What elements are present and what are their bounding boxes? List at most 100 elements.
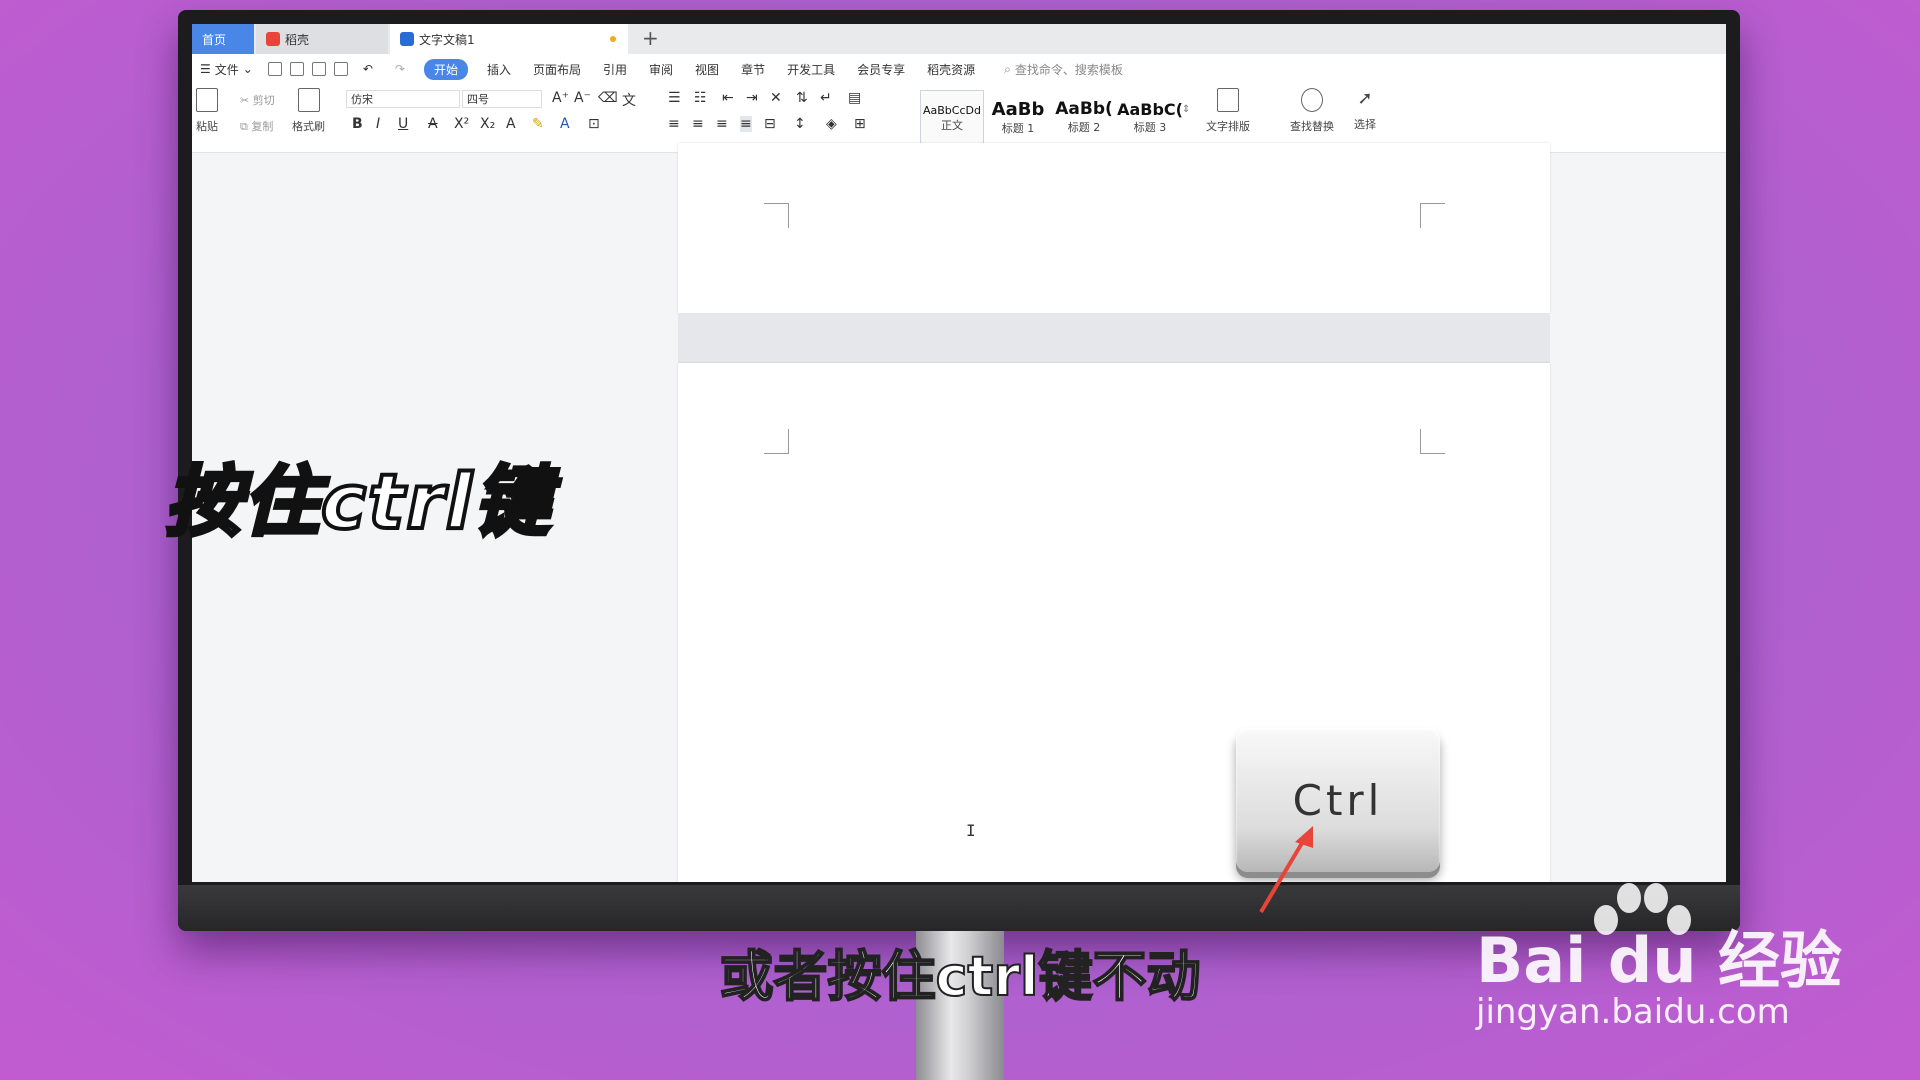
increase-indent-icon[interactable]: ⇥	[746, 90, 758, 106]
redo-icon[interactable]: ↷	[384, 62, 416, 76]
shrink-font-icon[interactable]: A⁻	[574, 90, 591, 106]
print-preview-icon[interactable]	[333, 62, 348, 76]
page-gap	[678, 313, 1550, 363]
unsaved-dot-icon	[610, 36, 616, 42]
menu-tab-member[interactable]: 会员专享	[846, 61, 916, 78]
margin-mark-top-right	[1420, 429, 1445, 454]
menu-bar: ☰ 文件 ⌄ ↶ ↷ 开始 插入 页面布局 引用 审阅 视图 章节 开发工具 会…	[192, 54, 1726, 84]
distribute-icon[interactable]: ⊟	[764, 116, 776, 132]
style-heading-1-sample: AaBb	[991, 98, 1045, 120]
styles-more-icon[interactable]: ⇕	[1182, 104, 1190, 115]
char-border-icon[interactable]: ⊡	[588, 116, 600, 132]
subscript-icon[interactable]: X₂	[480, 116, 495, 132]
menu-tab-start[interactable]: 开始	[423, 58, 468, 80]
margin-mark-top-left	[764, 429, 789, 454]
superscript-icon[interactable]: X²	[454, 116, 469, 132]
menu-tab-view[interactable]: 视图	[684, 61, 730, 78]
underline-icon[interactable]: U	[398, 116, 408, 132]
font-size-value: 四号	[467, 93, 489, 106]
format-painter-button[interactable]: 格式刷	[292, 88, 325, 134]
print-icon[interactable]	[311, 62, 326, 76]
style-heading-3-label: 标题 3	[1133, 120, 1167, 134]
borders-icon[interactable]: ⊞	[854, 116, 866, 132]
show-marks-icon[interactable]: ↵	[820, 90, 832, 106]
copy-button[interactable]: ⧉ 复制	[240, 118, 273, 134]
menu-tab-layout[interactable]: 页面布局	[522, 61, 592, 78]
export-pdf-icon[interactable]	[289, 62, 304, 76]
menu-tab-developer[interactable]: 开发工具	[776, 61, 846, 78]
magnifier-icon	[1301, 88, 1323, 112]
style-normal-sample: AaBbCcDd	[923, 103, 981, 117]
margin-mark-bottom-left	[764, 203, 789, 228]
tab-document[interactable]: 文字文稿1	[390, 24, 628, 54]
format-painter-label: 格式刷	[292, 120, 325, 133]
copy-label: 复制	[251, 120, 274, 133]
align-center-icon[interactable]: ≡	[692, 116, 704, 132]
style-heading-1[interactable]: AaBb 标题 1	[986, 90, 1050, 144]
new-tab-button[interactable]: +	[642, 26, 659, 50]
text-layout-label: 文字排版	[1206, 120, 1250, 133]
decrease-indent-icon[interactable]: ⇤	[722, 90, 734, 106]
tab-document-label: 文字文稿1	[419, 32, 475, 47]
clipboard-icon	[196, 88, 218, 112]
cut-button[interactable]: ✂ 剪切	[240, 92, 275, 108]
text-effect-icon[interactable]: A	[506, 116, 516, 132]
file-menu-label: 文件	[214, 62, 239, 77]
line-spacing-icon[interactable]: ↕	[794, 116, 806, 132]
chinese-layout-icon[interactable]: ✕	[770, 90, 782, 106]
page-1[interactable]	[678, 143, 1550, 313]
menu-tab-insert[interactable]: 插入	[476, 61, 522, 78]
align-right-icon[interactable]: ≡	[716, 116, 728, 132]
find-replace-label: 查找替换	[1290, 120, 1334, 133]
table-ruler-icon[interactable]: ▤	[848, 90, 861, 106]
undo-icon[interactable]: ↶	[352, 62, 384, 76]
red-arrow-icon	[1259, 826, 1313, 914]
clear-format-icon[interactable]: ⌫	[598, 90, 618, 106]
font-name-select[interactable]: 仿宋	[346, 90, 460, 108]
command-search[interactable]: ⌕ 查找命令、搜索模板	[986, 61, 1123, 78]
style-heading-3[interactable]: AaBbC( 标题 3	[1117, 90, 1183, 144]
watermark-url: jingyan.baidu.com	[1476, 992, 1790, 1032]
sort-icon[interactable]: ⇅	[796, 90, 808, 106]
grow-font-icon[interactable]: A⁺	[552, 90, 569, 106]
menu-tab-review[interactable]: 审阅	[638, 61, 684, 78]
baidu-jingyan-watermark: Bai du 经验 jingyan.baidu.com	[1476, 880, 1856, 1050]
text-layout-button[interactable]: 文字排版	[1206, 88, 1250, 134]
select-button[interactable]: ➚ 选择	[1354, 88, 1376, 132]
align-left-icon[interactable]: ≡	[668, 116, 680, 132]
paste-button[interactable]: 粘贴	[196, 88, 218, 134]
bullet-list-icon[interactable]: ☰	[668, 90, 681, 106]
menu-tab-references[interactable]: 引用	[592, 61, 638, 78]
ctrl-key-label: Ctrl	[1292, 775, 1384, 825]
italic-icon[interactable]: I	[376, 116, 380, 132]
style-normal[interactable]: AaBbCcDd 正文	[920, 90, 984, 146]
text-cursor-icon: I	[966, 821, 976, 840]
bold-icon[interactable]: B	[352, 116, 363, 132]
tab-home[interactable]: 首页	[192, 24, 254, 54]
font-size-select[interactable]: 四号	[462, 90, 542, 108]
menu-tab-daoke-resources[interactable]: 稻壳资源	[916, 61, 986, 78]
phonetic-icon[interactable]: 文	[622, 90, 636, 110]
brush-icon	[297, 88, 320, 112]
save-icon[interactable]	[267, 62, 282, 76]
style-heading-2[interactable]: AaBb( 标题 2	[1052, 90, 1116, 144]
tab-daoke[interactable]: 稻壳	[256, 24, 388, 54]
font-color-icon[interactable]: A	[560, 116, 570, 132]
overlay-caption: 按住ctrl键	[163, 455, 552, 548]
tab-bar: 首页 稻壳 文字文稿1 +	[192, 24, 1726, 54]
cursor-arrow-icon: ➚	[1357, 88, 1373, 109]
numbered-list-icon[interactable]: ☷	[694, 90, 707, 106]
search-icon: ⌕	[1004, 61, 1011, 76]
strikethrough-icon[interactable]: A	[428, 116, 438, 132]
daoke-icon	[266, 32, 280, 46]
style-heading-3-sample: AaBbC(	[1117, 99, 1183, 119]
find-replace-button[interactable]: 查找替换	[1290, 88, 1334, 134]
text-layout-icon	[1217, 88, 1239, 112]
file-menu[interactable]: ☰ 文件 ⌄	[192, 61, 264, 78]
style-heading-2-sample: AaBb(	[1055, 99, 1113, 119]
shading-icon[interactable]: ◈	[826, 116, 837, 132]
style-normal-label: 正文	[941, 118, 963, 132]
menu-tab-section[interactable]: 章节	[730, 61, 776, 78]
justify-icon[interactable]: ≡	[740, 116, 752, 132]
highlight-icon[interactable]: ✎	[532, 116, 544, 132]
